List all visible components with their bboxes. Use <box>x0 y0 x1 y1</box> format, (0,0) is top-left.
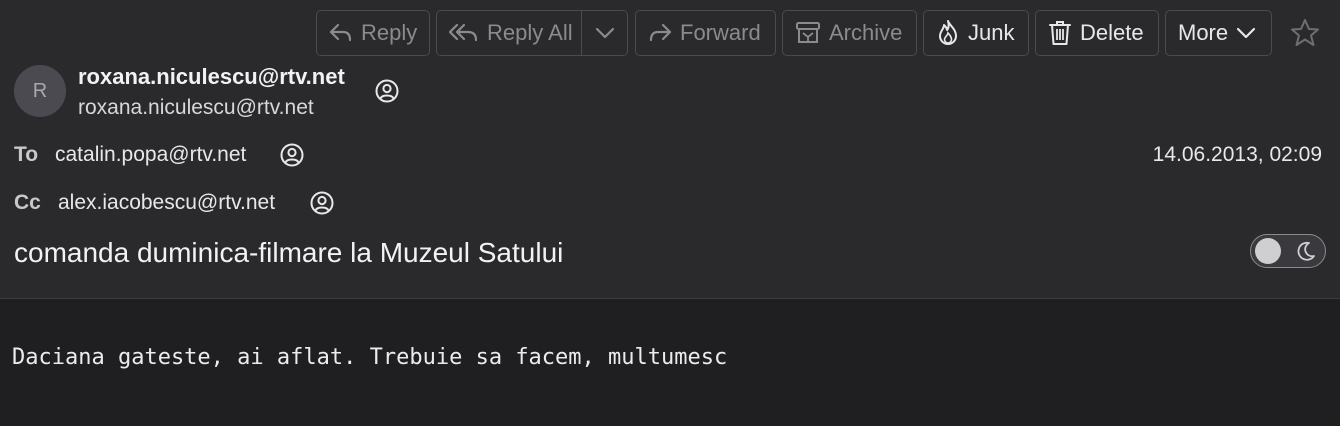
contact-icon[interactable] <box>374 78 400 109</box>
message-header: Reply Reply All Forward Archive Junk Del… <box>0 0 1340 299</box>
forward-label: Forward <box>680 20 761 45</box>
chevron-down-icon <box>595 27 614 39</box>
moon-icon <box>1297 241 1315 261</box>
to-recipient[interactable]: catalin.popa@rtv.net <box>55 143 246 167</box>
toggle-knob <box>1255 238 1281 264</box>
junk-icon <box>939 20 957 45</box>
more-button[interactable]: More <box>1165 10 1272 56</box>
cc-label: Cc <box>14 191 41 214</box>
message-body: Daciana gateste, ai aflat. Trebuie sa fa… <box>12 345 728 370</box>
forward-button[interactable]: Forward <box>635 10 776 56</box>
to-label: To <box>14 143 39 166</box>
reply-all-menu-button[interactable] <box>582 10 628 56</box>
dark-mode-toggle[interactable] <box>1250 234 1326 268</box>
message-subject: comanda duminica-filmare la Muzeul Satul… <box>14 237 564 268</box>
avatar: R <box>14 65 66 117</box>
archive-label: Archive <box>829 20 903 45</box>
message-date: 14.06.2013, 02:09 <box>1152 143 1322 166</box>
more-label: More <box>1178 20 1229 45</box>
reply-all-button[interactable]: Reply All <box>436 10 582 56</box>
delete-icon <box>1049 21 1071 45</box>
star-button[interactable] <box>1290 18 1320 53</box>
chevron-down-icon <box>1237 27 1256 39</box>
reply-label: Reply <box>361 20 418 45</box>
delete-label: Delete <box>1080 20 1144 45</box>
sender-name[interactable]: roxana.niculescu@rtv.net <box>78 64 345 90</box>
reply-button[interactable]: Reply <box>316 10 430 56</box>
delete-button[interactable]: Delete <box>1035 10 1159 56</box>
contact-icon[interactable] <box>309 190 335 221</box>
archive-button[interactable]: Archive <box>782 10 917 56</box>
star-icon <box>1291 19 1319 46</box>
junk-button[interactable]: Junk <box>923 10 1029 56</box>
reply-all-label: Reply All <box>487 20 573 45</box>
contact-icon[interactable] <box>279 142 305 173</box>
junk-label: Junk <box>968 20 1015 45</box>
forward-icon <box>649 23 672 42</box>
archive-icon <box>796 22 820 43</box>
reply-all-icon <box>449 23 478 42</box>
sender-address[interactable]: roxana.niculescu@rtv.net <box>78 96 314 120</box>
cc-recipient[interactable]: alex.iacobescu@rtv.net <box>58 191 275 215</box>
reply-icon <box>329 23 352 42</box>
